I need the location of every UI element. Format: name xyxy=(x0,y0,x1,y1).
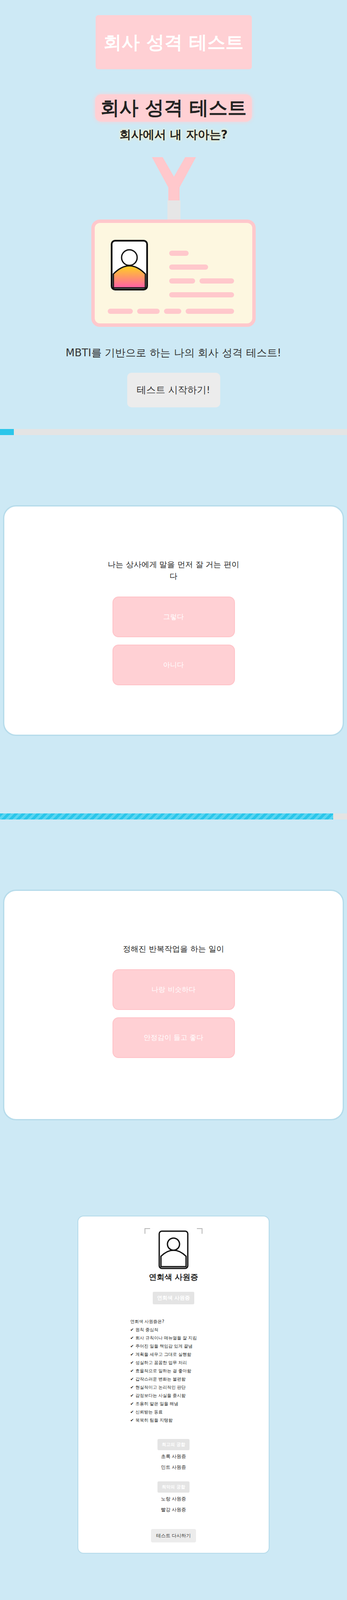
match-name: 민트 사원증 xyxy=(160,1461,187,1472)
trait-item: ✔ 신뢰받는 동료 xyxy=(130,1407,217,1416)
answer-button[interactable]: 그렇다 xyxy=(112,596,235,637)
progress-fill xyxy=(0,428,14,435)
best-match: 최고의 궁합초록 사원증민트 사원증 xyxy=(157,1438,190,1472)
progress-bar xyxy=(0,812,347,820)
worst-match-badge: 최악의 궁합 xyxy=(157,1480,190,1492)
trait-item: ✔ 묵묵히 팀을 지탱함 xyxy=(130,1415,217,1424)
trait-item: ✔ 감정보다는 사실을 중시함 xyxy=(130,1390,217,1399)
result-badge: 연회색 사원증 xyxy=(152,1291,195,1304)
answer-button[interactable]: 나랑 비슷하다 xyxy=(112,968,235,1010)
trait-item: ✔ 현실적이고 논리적인 판단 xyxy=(130,1382,217,1391)
match-name: 빨강 사원증 xyxy=(160,1504,187,1514)
page: 회사 성격 테스트회사 성격 테스트회사에서 내 자아는?MBTI를 기반으로 … xyxy=(0,0,347,1568)
match-name: 노랑 사원증 xyxy=(160,1493,187,1503)
trait-item: ✔ 성실하고 꼼꼼한 업무 처리 xyxy=(130,1357,217,1366)
answer-button[interactable]: 안정감이 들고 좋다 xyxy=(112,1016,235,1058)
portrait-icon xyxy=(143,1226,204,1270)
progress-fill xyxy=(0,812,334,820)
answer-list: 나랑 비슷하다안정감이 들고 좋다 xyxy=(112,968,235,1058)
question-card: 나는 상사에게 말을 먼저 잘 거는 편이다그렇다아니다 xyxy=(3,504,344,736)
trait-item: ✔ 회사 규칙이나 매뉴얼을 잘 지킴 xyxy=(130,1333,217,1342)
trait-item: ✔ 갑작스러운 변화는 불편함 xyxy=(130,1374,217,1383)
trait-item: ✔ 계획을 세우고 그대로 실행함 xyxy=(130,1349,217,1358)
trait-item: ✔ 효율적으로 일하는 걸 좋아함 xyxy=(130,1365,217,1375)
intro-title: 회사 성격 테스트 xyxy=(95,94,253,122)
question-card: 정해진 반복작업을 하는 일이나랑 비슷하다안정감이 들고 좋다 xyxy=(3,889,344,1120)
best-match-badge: 최고의 궁합 xyxy=(157,1438,190,1450)
match-name: 초록 사원증 xyxy=(160,1451,187,1461)
result-title: 연회색 사원증 xyxy=(148,1271,199,1282)
id-card-icon xyxy=(91,157,256,331)
answer-button[interactable]: 아니다 xyxy=(112,644,235,685)
start-button[interactable]: 테스트 시작하기! xyxy=(127,372,221,408)
answer-list: 그렇다아니다 xyxy=(112,596,235,685)
question-text: 나는 상사에게 말을 먼저 잘 거는 편이다 xyxy=(104,558,243,582)
trait-item: ✔ 주어진 일을 책임감 있게 끝냄 xyxy=(130,1341,217,1350)
result-card: 연회색 사원증연회색 사원증연회색 사원증은?✔ 원칙 중심적✔ 회사 규칙이나… xyxy=(77,1214,270,1553)
retry-button[interactable]: 테스트 다시하기 xyxy=(151,1528,197,1542)
trait-item: ✔ 조용히 맡은 일을 해냄 xyxy=(130,1398,217,1408)
trait-item: ✔ 원칙 중심적 xyxy=(130,1324,217,1334)
intro-description: MBTI를 기반으로 하는 나의 회사 성격 테스트! xyxy=(65,345,282,360)
trait-heading: 연회색 사원증은? xyxy=(130,1316,217,1325)
question-text: 정해진 반복작업을 하는 일이 xyxy=(122,942,224,955)
progress-bar xyxy=(0,428,347,435)
header-title: 회사 성격 테스트 xyxy=(95,15,252,70)
trait-list: 연회색 사원증은?✔ 원칙 중심적✔ 회사 규칙이나 매뉴얼을 잘 지킴✔ 주어… xyxy=(130,1316,217,1424)
worst-match: 최악의 궁합노랑 사원증빨강 사원증 xyxy=(157,1480,190,1514)
intro-subtitle: 회사에서 내 자아는? xyxy=(119,126,228,143)
